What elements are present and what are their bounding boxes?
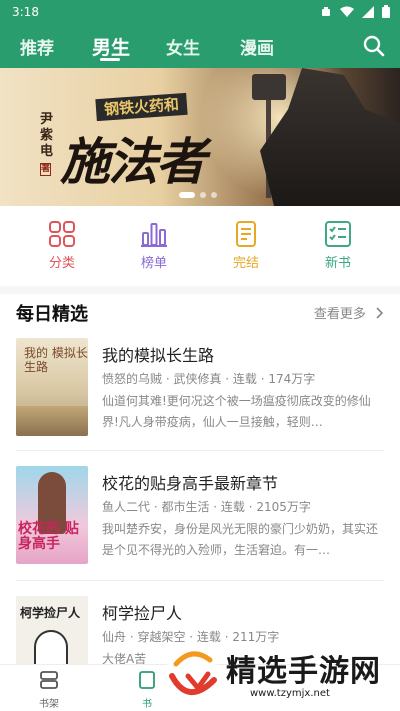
tab-recommend[interactable]: 推荐 (20, 34, 54, 59)
book-description: 我叫楚乔安，身份是风光无限的豪门少奶奶，其实还是个见不得光的入殓师，生活窘迫。有… (102, 522, 379, 557)
cover-ground (16, 406, 88, 436)
tab-comics[interactable]: 漫画 (240, 34, 274, 59)
section-title: 每日精选 (16, 304, 88, 325)
banner-pagination (179, 192, 217, 198)
book-title: 柯学捡尸人 (102, 604, 183, 623)
watermark-text: 精选手游网 (226, 654, 381, 689)
checklist-icon (325, 221, 351, 247)
watermark-url: www.tzymjx.net (250, 688, 330, 699)
bottom-tab-label: 书架 (39, 699, 59, 710)
book-item[interactable]: 校花的 贴身高手 校花的贴身高手最新章节 鱼人二代 · 都市生活 · 连载 · … (16, 466, 384, 594)
quick-nav-label: 完结 (232, 256, 259, 271)
book-icon (139, 671, 155, 689)
banner-title: 施法者 (60, 132, 206, 191)
grid-icon (49, 221, 75, 247)
banner-dot[interactable] (179, 192, 195, 198)
watermark: 精选手游网 www.tzymjx.net (158, 636, 400, 711)
status-bar: 3:18 (0, 0, 400, 24)
book-cover: 柯学捡尸人 (16, 596, 88, 666)
chevron-right-icon (376, 307, 384, 319)
cover-title: 校花的 贴身高手 (18, 521, 79, 552)
quick-nav-new-books[interactable]: 新书 (308, 220, 368, 271)
signal-icon (362, 5, 374, 18)
bookshelf-icon (40, 671, 58, 689)
watermark-logo-icon (166, 646, 218, 698)
quick-nav-label: 新书 (324, 256, 351, 271)
quick-nav-ranking[interactable]: 榜单 (124, 220, 184, 271)
wifi-icon (340, 6, 354, 17)
banner-dot[interactable] (211, 192, 217, 198)
list-divider (16, 580, 384, 581)
bar-chart-icon (141, 223, 167, 247)
book-cover: 校花的 贴身高手 (16, 466, 88, 564)
list-divider (16, 450, 384, 451)
active-tab-indicator (100, 58, 120, 61)
cover-title: 柯学捡尸人 (20, 606, 81, 620)
book-cover: 我的 模拟长生路 (16, 338, 88, 436)
quick-nav-label: 榜单 (140, 256, 167, 271)
book-description: 仙道何其难!更何况这个被一场瘟疫彻底改变的修仙界!凡人身带疫病，仙人一旦接触，轻… (102, 394, 371, 429)
status-icons (320, 5, 390, 18)
banner-dot[interactable] (200, 192, 206, 198)
book-item[interactable]: 我的 模拟长生路 我的模拟长生路 愤怒的乌贼 · 武侠修真 · 连载 · 174… (16, 338, 384, 466)
tab-female[interactable]: 女生 (166, 34, 200, 59)
battery-icon (382, 5, 390, 18)
see-more-label: 查看更多 (313, 307, 366, 322)
quick-nav-label: 分类 (48, 256, 75, 271)
book-title: 校花的贴身高手最新章节 (102, 474, 279, 493)
cover-figure (34, 630, 68, 666)
bottom-tab-bookshelf[interactable]: 书架 (24, 671, 74, 710)
section-divider (0, 286, 400, 294)
banner-hammer (252, 74, 286, 100)
banner-author-seal: 著 (40, 163, 52, 176)
quick-nav: 分类 榜单 完结 新书 (0, 220, 400, 280)
status-time: 3:18 (12, 5, 39, 19)
top-nav: 推荐 男生 女生 漫画 (0, 24, 400, 68)
document-icon (236, 221, 256, 247)
book-meta: 愤怒的乌贼 · 武侠修真 · 连载 · 174万字 (102, 372, 316, 386)
banner-author-name: 尹紫电 (40, 112, 54, 159)
banner-carousel[interactable]: 钢铁火药和 尹紫电 著 施法者 (0, 68, 400, 206)
tab-male[interactable]: 男生 (92, 33, 130, 60)
quick-nav-category[interactable]: 分类 (32, 220, 92, 271)
banner-author: 尹紫电 著 (40, 112, 58, 176)
banner-ribbon-text: 钢铁火药和 (95, 92, 188, 122)
quick-nav-finished[interactable]: 完结 (216, 220, 276, 271)
search-icon[interactable] (362, 34, 386, 58)
cover-title: 我的 模拟长生路 (24, 346, 88, 374)
see-more-link[interactable]: 查看更多 (314, 303, 384, 322)
book-meta: 鱼人二代 · 都市生活 · 连载 · 2105万字 (102, 500, 311, 514)
notification-icon (322, 6, 330, 16)
book-title: 我的模拟长生路 (102, 346, 215, 365)
